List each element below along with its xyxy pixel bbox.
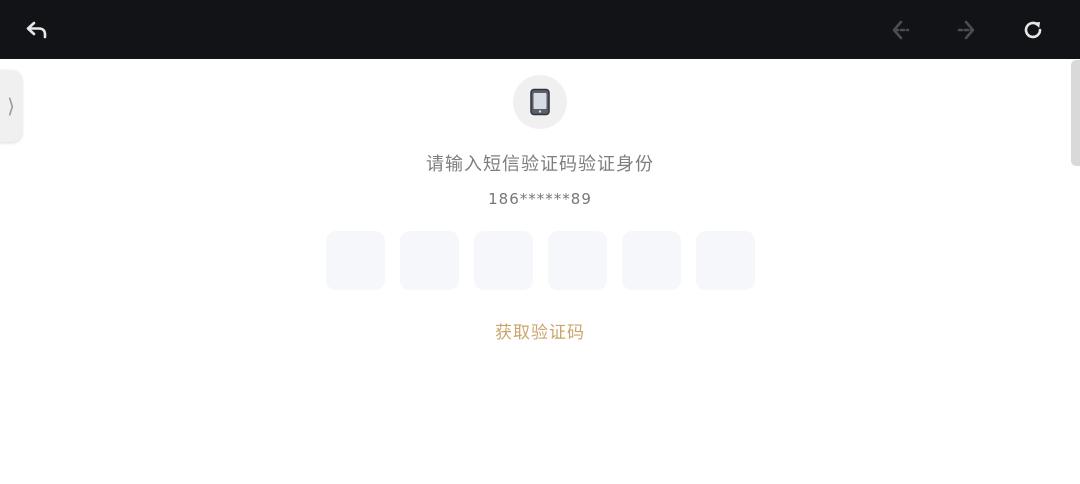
verify-title: 请输入短信验证码验证身份 <box>426 154 654 175</box>
mobile-phone-icon <box>530 88 550 116</box>
code-input-row <box>326 231 755 290</box>
code-digit-4[interactable] <box>548 231 607 290</box>
code-digit-3[interactable] <box>474 231 533 290</box>
side-panel-handle[interactable]: ⟩ <box>0 70 22 142</box>
arrow-left-icon <box>892 20 910 40</box>
get-code-row: 获取验证码 <box>0 318 1080 343</box>
nav-back-button[interactable] <box>881 10 921 50</box>
refresh-button[interactable] <box>1013 10 1053 50</box>
undo-arrow-icon <box>26 21 47 39</box>
top-toolbar <box>0 0 1080 59</box>
arrow-right-icon <box>957 20 975 40</box>
code-digit-6[interactable] <box>696 231 755 290</box>
chevron-right-icon: ⟩ <box>7 94 15 118</box>
code-digit-2[interactable] <box>400 231 459 290</box>
code-digit-1[interactable] <box>326 231 385 290</box>
masked-phone-number: 186******89 <box>488 190 592 208</box>
get-code-link[interactable]: 获取验证码 <box>495 323 585 343</box>
back-button[interactable] <box>17 10 57 50</box>
nav-forward-button[interactable] <box>946 10 986 50</box>
phone-icon-badge <box>513 75 567 129</box>
refresh-icon <box>1024 21 1042 39</box>
code-digit-5[interactable] <box>622 231 681 290</box>
